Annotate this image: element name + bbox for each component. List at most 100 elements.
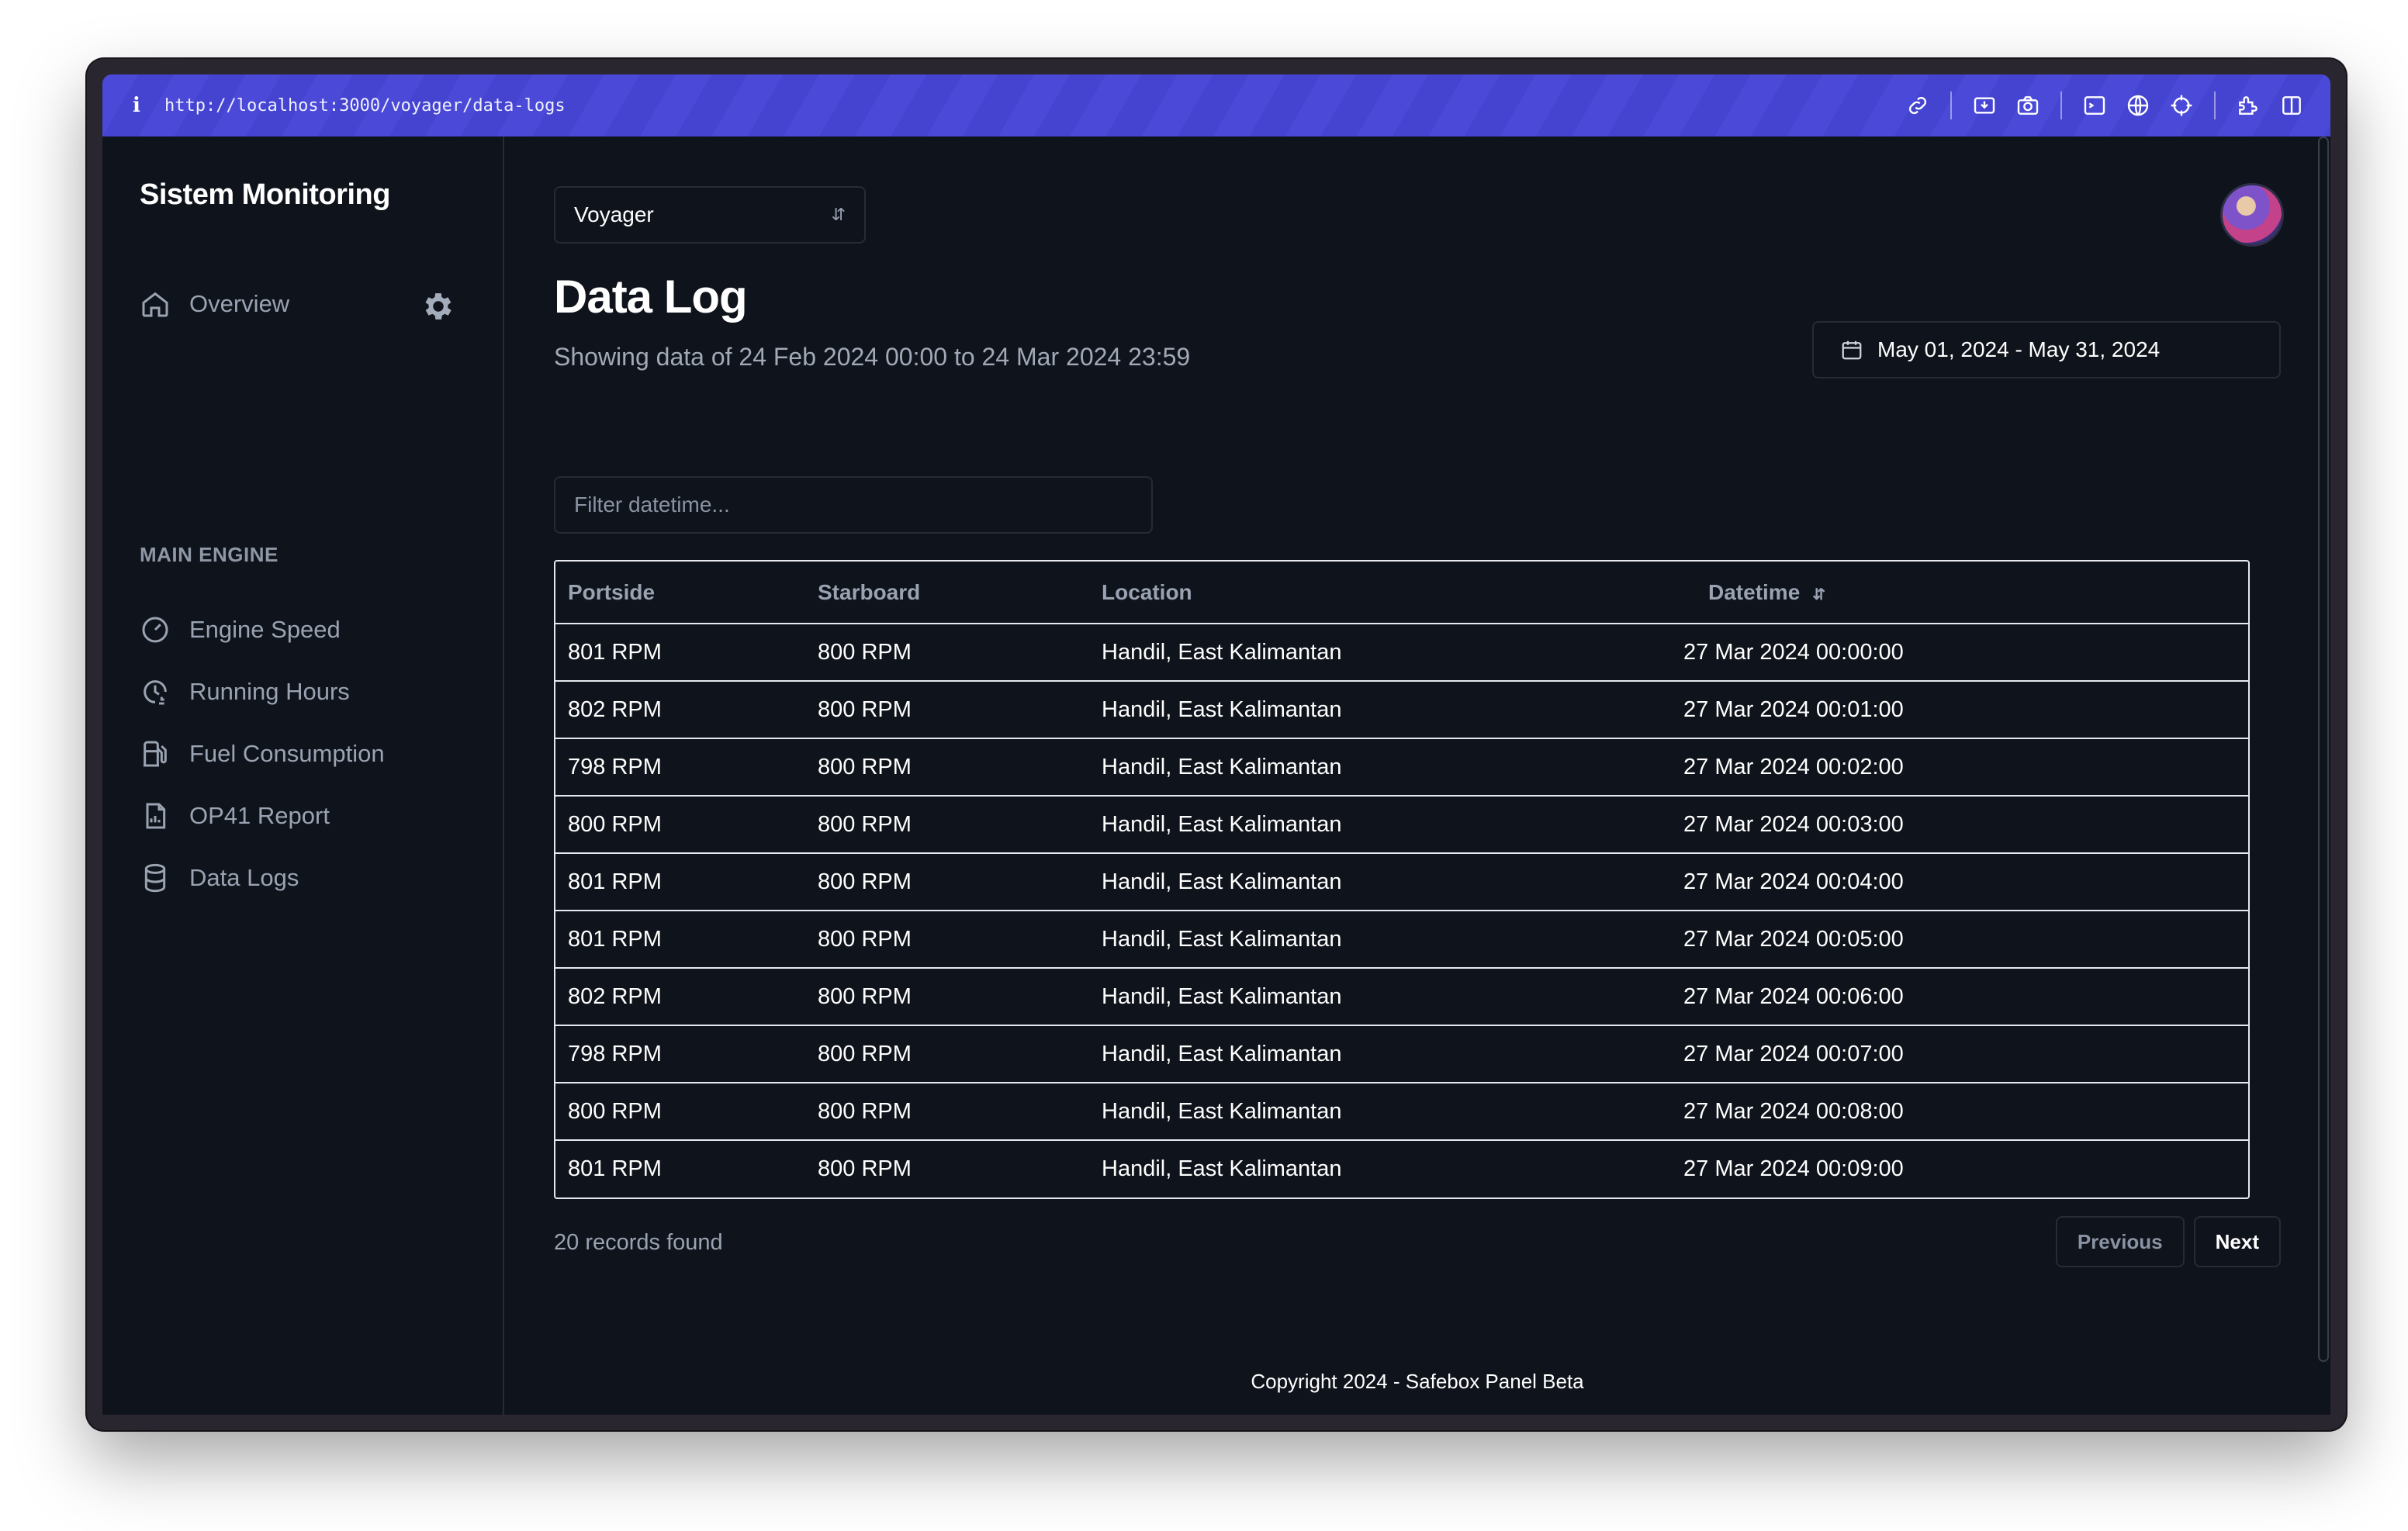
table-row: 802 RPM 800 RPM Handil, East Kalimantan 27 … bbox=[555, 968, 2248, 1026]
sidebar-item-running-hours[interactable]: Running Hours bbox=[140, 676, 350, 707]
cell-portside: 802 RPM bbox=[555, 968, 818, 1026]
cell-portside: 800 RPM bbox=[555, 796, 818, 854]
database-icon bbox=[144, 863, 166, 893]
cell-location: Handil, East Kalimantan bbox=[1102, 681, 1683, 739]
sort-icon[interactable]: ⇵ bbox=[1812, 586, 1825, 603]
section-label-main-engine: MAIN ENGINE bbox=[140, 543, 279, 566]
sidebar: Sistem Monitoring Overview MAIN ENGINE E… bbox=[102, 137, 504, 1415]
cell-location: Handil, East Kalimantan bbox=[1102, 911, 1683, 969]
cell-starboard: 800 RPM bbox=[818, 911, 1102, 969]
table-row: 798 RPM 800 RPM Handil, East Kalimantan 27 … bbox=[555, 1025, 2248, 1083]
column-header-portside: Portside bbox=[555, 562, 818, 624]
download-screenshot-icon[interactable] bbox=[1963, 84, 2006, 127]
cell-starboard: 800 RPM bbox=[818, 738, 1102, 797]
column-header-starboard: Starboard bbox=[818, 562, 1102, 624]
table-row: 800 RPM 800 RPM Handil, East Kalimantan 27 … bbox=[555, 1083, 2248, 1141]
avatar[interactable] bbox=[2220, 183, 2284, 247]
cell-location: Handil, East Kalimantan bbox=[1102, 968, 1683, 1026]
cell-datetime: 27 Mar 2024 00:02:00 bbox=[1683, 738, 2248, 797]
browser-window: i http://localhost:3000/voyager/data-log… bbox=[87, 59, 2346, 1430]
cell-location: Handil, East Kalimantan bbox=[1102, 624, 1683, 682]
cell-starboard: 800 RPM bbox=[818, 853, 1102, 911]
cell-datetime: 27 Mar 2024 00:08:00 bbox=[1683, 1083, 2248, 1141]
toolbar-divider bbox=[2060, 92, 2062, 119]
sidebar-item-engine-speed[interactable]: Engine Speed bbox=[140, 614, 341, 645]
url-bar[interactable]: http://localhost:3000/voyager/data-logs bbox=[164, 96, 566, 116]
column-header-datetime[interactable]: Datetime ⇵ bbox=[1683, 562, 2248, 624]
table-row: 802 RPM 800 RPM Handil, East Kalimantan 27 … bbox=[555, 681, 2248, 739]
sidebar-item-data-logs[interactable]: Data Logs bbox=[140, 862, 299, 893]
report-icon bbox=[146, 803, 166, 829]
cell-portside: 801 RPM bbox=[555, 853, 818, 911]
table-row: 801 RPM 800 RPM Handil, East Kalimantan 27 … bbox=[555, 624, 2248, 682]
brand-title: Sistem Monitoring bbox=[140, 178, 390, 211]
column-header-label: Datetime bbox=[1708, 579, 1801, 604]
cell-portside: 801 RPM bbox=[555, 624, 818, 682]
terminal-icon[interactable] bbox=[2073, 84, 2116, 127]
cell-starboard: 800 RPM bbox=[818, 624, 1102, 682]
main-content: Voyager ⇵ Data Log Showing data of 24 Fe… bbox=[504, 137, 2330, 1415]
sidebar-toggle-icon[interactable] bbox=[2270, 84, 2313, 127]
cell-datetime: 27 Mar 2024 00:04:00 bbox=[1683, 853, 2248, 911]
info-icon[interactable]: i bbox=[121, 94, 152, 117]
sidebar-item-overview[interactable]: Overview bbox=[140, 289, 289, 320]
globe-icon[interactable] bbox=[2116, 84, 2160, 127]
cell-starboard: 800 RPM bbox=[818, 968, 1102, 1026]
cell-starboard: 800 RPM bbox=[818, 681, 1102, 739]
cell-location: Handil, East Kalimantan bbox=[1102, 1083, 1683, 1141]
gear-icon[interactable] bbox=[420, 289, 456, 324]
scrollbar[interactable] bbox=[2318, 137, 2329, 1362]
sidebar-item-label: Engine Speed bbox=[189, 616, 341, 643]
vessel-select-value: Voyager bbox=[574, 202, 654, 226]
crosshair-icon[interactable] bbox=[2160, 84, 2203, 127]
sidebar-item-fuel-consumption[interactable]: Fuel Consumption bbox=[140, 738, 385, 769]
sidebar-item-label: Fuel Consumption bbox=[189, 740, 385, 767]
date-range-picker[interactable]: May 01, 2024 - May 31, 2024 bbox=[1812, 321, 2281, 378]
table-row: 801 RPM 800 RPM Handil, East Kalimantan 27 … bbox=[555, 1140, 2248, 1197]
cell-starboard: 800 RPM bbox=[818, 1025, 1102, 1083]
footer-copyright: Copyright 2024 - Safebox Panel Beta bbox=[1251, 1370, 1584, 1393]
cell-portside: 802 RPM bbox=[555, 681, 818, 739]
cell-location: Handil, East Kalimantan bbox=[1102, 738, 1683, 797]
cell-datetime: 27 Mar 2024 00:09:00 bbox=[1683, 1156, 1904, 1181]
toolbar-icons bbox=[1896, 84, 2313, 127]
browser-toolbar: i http://localhost:3000/voyager/data-log… bbox=[102, 74, 2330, 137]
cell-portside: 798 RPM bbox=[555, 738, 818, 797]
toolbar-divider bbox=[2214, 92, 2216, 119]
clock-icon bbox=[144, 680, 167, 705]
cell-location: Handil, East Kalimantan bbox=[1102, 853, 1683, 911]
next-button[interactable]: Next bbox=[2193, 1216, 2281, 1267]
app-container: Sistem Monitoring Overview MAIN ENGINE E… bbox=[102, 137, 2330, 1415]
table-row: 801 RPM 800 RPM Handil, East Kalimantan 27 … bbox=[555, 911, 2248, 969]
home-icon bbox=[142, 292, 168, 317]
sidebar-item-label: Running Hours bbox=[189, 678, 350, 705]
vessel-select[interactable]: Voyager ⇵ bbox=[554, 186, 866, 244]
table-row: 801 RPM 800 RPM Handil, East Kalimantan 27 … bbox=[555, 853, 2248, 911]
cell-portside: 800 RPM bbox=[555, 1083, 818, 1141]
table-header-row: Portside Starboard Location Datetime ⇵ bbox=[555, 562, 2248, 624]
sidebar-item-label: Overview bbox=[189, 290, 290, 317]
previous-button[interactable]: Previous bbox=[2055, 1216, 2185, 1267]
page-subtitle: Showing data of 24 Feb 2024 00:00 to 24 … bbox=[554, 343, 1191, 371]
table-row: 800 RPM 800 RPM Handil, East Kalimantan 27 … bbox=[555, 796, 2248, 854]
cell-starboard: 800 RPM bbox=[818, 1156, 912, 1181]
filter-datetime-input[interactable] bbox=[554, 476, 1153, 534]
cell-datetime: 27 Mar 2024 00:06:00 bbox=[1683, 968, 2248, 1026]
calendar-icon bbox=[1842, 340, 1862, 360]
extensions-icon[interactable] bbox=[2226, 84, 2270, 127]
sidebar-item-label: Data Logs bbox=[189, 864, 299, 891]
cell-portside: 801 RPM bbox=[555, 911, 818, 969]
cell-datetime: 27 Mar 2024 00:07:00 bbox=[1683, 1025, 2248, 1083]
page-title: Data Log bbox=[554, 271, 748, 323]
cell-location: Handil, East Kalimantan bbox=[1102, 796, 1683, 854]
cell-portside: 801 RPM bbox=[568, 1156, 662, 1181]
date-range-value: May 01, 2024 - May 31, 2024 bbox=[1877, 337, 2161, 361]
gauge-icon bbox=[142, 617, 168, 643]
sidebar-item-op41-report[interactable]: OP41 Report bbox=[140, 800, 330, 831]
cell-location: Handil, East Kalimantan bbox=[1102, 1156, 1342, 1181]
cell-datetime: 27 Mar 2024 00:03:00 bbox=[1683, 796, 2248, 854]
camera-icon[interactable] bbox=[2006, 84, 2050, 127]
link-icon[interactable] bbox=[1896, 84, 1939, 127]
sidebar-item-label: OP41 Report bbox=[189, 802, 330, 829]
fuel-icon bbox=[144, 741, 167, 767]
